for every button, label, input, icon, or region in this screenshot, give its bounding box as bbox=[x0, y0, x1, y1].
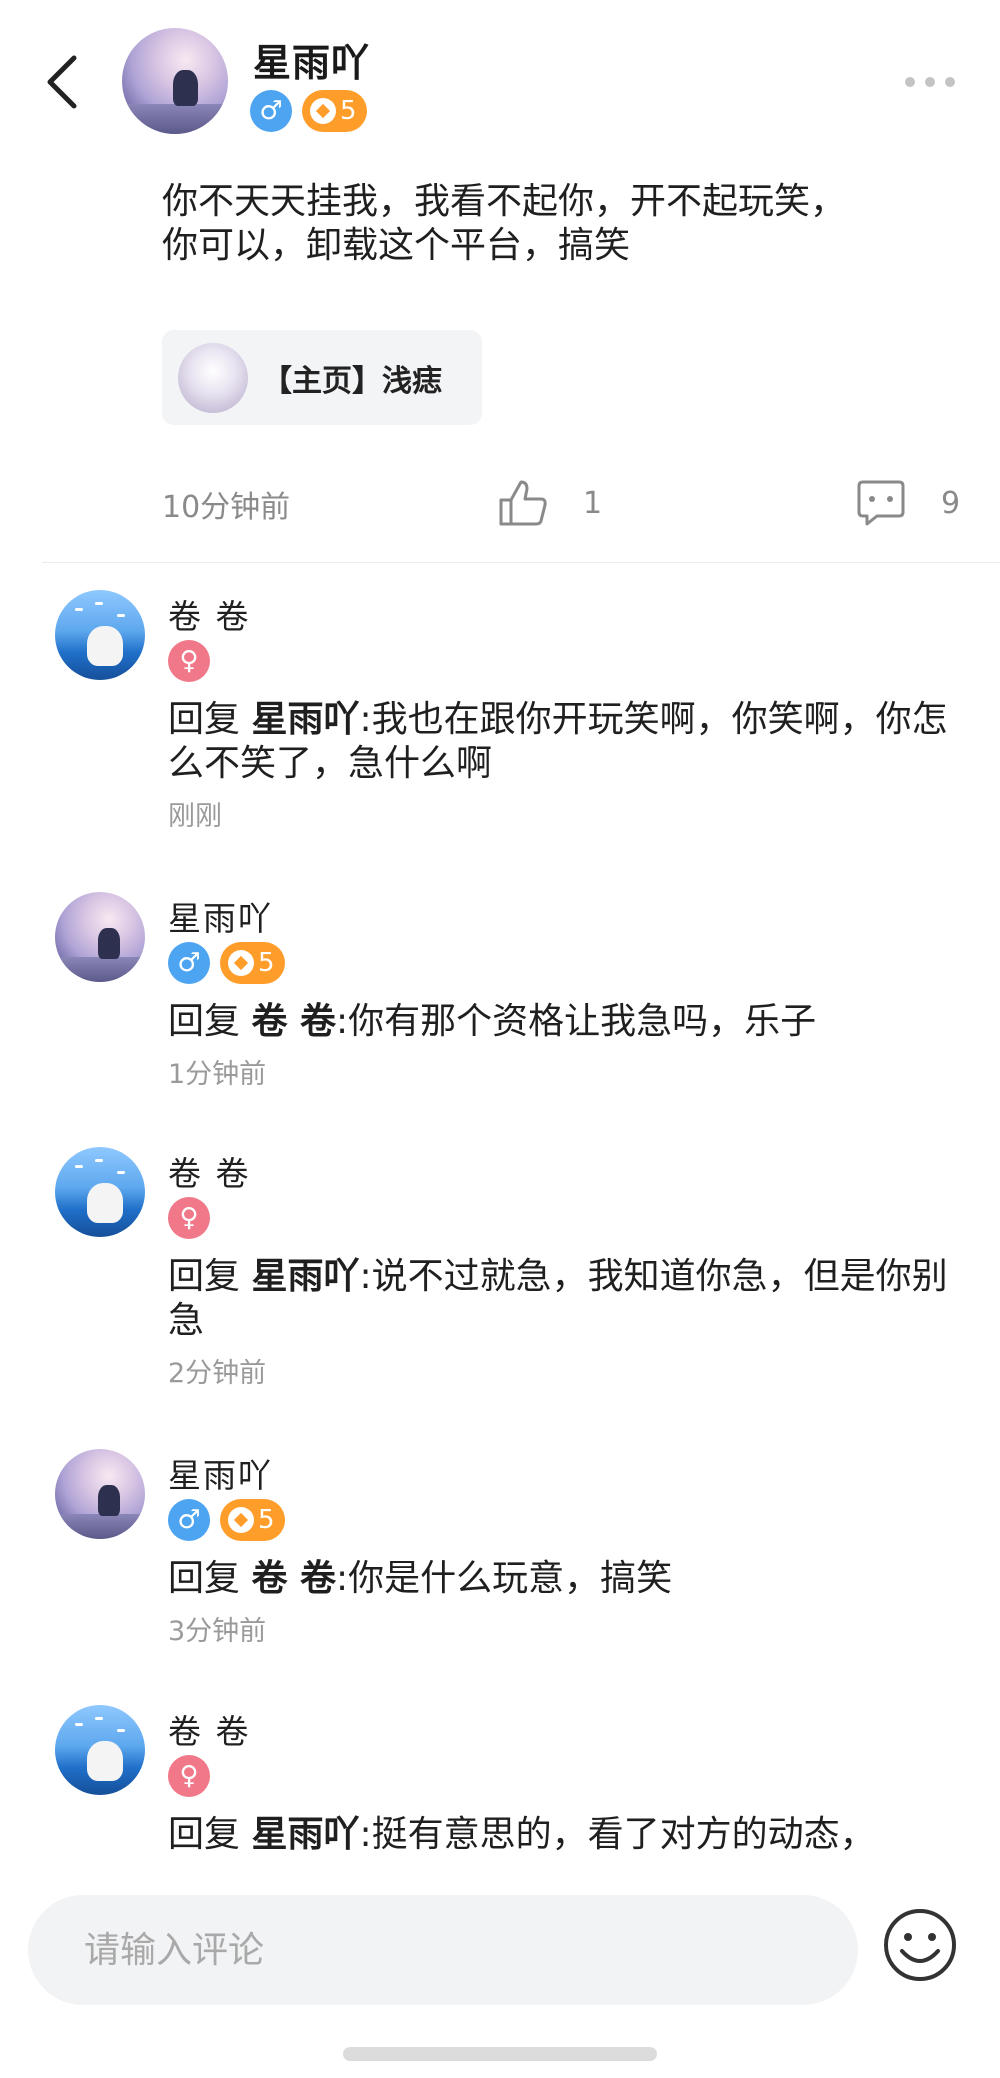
commenter-badges: ♀ bbox=[168, 1197, 210, 1239]
comment-input-box[interactable] bbox=[28, 1895, 858, 2005]
comment-count: 9 bbox=[941, 485, 961, 521]
commenter-name[interactable]: 卷 卷 bbox=[168, 1147, 251, 1195]
author-avatar[interactable] bbox=[122, 28, 228, 134]
link-card-title: 【主页】浅痣 bbox=[262, 363, 442, 399]
commenter-name[interactable]: 星雨吖 bbox=[168, 1449, 273, 1497]
reply-target[interactable]: 星雨吖 bbox=[251, 1256, 359, 1297]
reply-prefix: 回复 bbox=[168, 1001, 252, 1042]
like-button[interactable]: 1 bbox=[497, 478, 602, 528]
reply-body: :你有那个资格让我急吗，乐子 bbox=[336, 1001, 817, 1042]
comment-item: 星雨吖 ♂ 5 回复 卷 卷:你有那个资格让我急吗，乐子 1分钟前 bbox=[0, 892, 1000, 1102]
comment-detail-page: 星雨吖 ♂ 5 你不天天挂我，我看不起你，开不起玩笑， 你可以，卸载这个平台，搞… bbox=[0, 0, 1000, 2078]
female-badge: ♀ bbox=[168, 1755, 210, 1797]
female-badge: ♀ bbox=[168, 640, 210, 682]
commenter-avatar[interactable] bbox=[55, 1705, 145, 1795]
male-badge: ♂ bbox=[168, 1499, 210, 1541]
profile-link-card[interactable]: 【主页】浅痣 bbox=[162, 330, 482, 425]
commenter-avatar[interactable] bbox=[55, 1147, 145, 1237]
comment-item: 卷 卷 ♀ 回复 星雨吖:我也在跟你开玩笑啊，你笑啊，你怎么不笑了，急什么啊 刚… bbox=[0, 590, 1000, 840]
reply-prefix: 回复 bbox=[168, 1814, 252, 1855]
male-badge: ♂ bbox=[250, 90, 292, 132]
more-button[interactable] bbox=[900, 62, 960, 102]
reply-prefix: 回复 bbox=[168, 1558, 252, 1599]
post-text-line: 你可以，卸载这个平台，搞笑 bbox=[162, 225, 631, 266]
author-badges: ♂ 5 bbox=[250, 90, 367, 132]
comment-time: 刚刚 bbox=[168, 801, 222, 832]
emoji-button[interactable] bbox=[880, 1905, 960, 1985]
level-value: 5 bbox=[340, 96, 357, 126]
commenter-name[interactable]: 卷 卷 bbox=[168, 590, 251, 638]
level-badge: 5 bbox=[220, 942, 285, 984]
link-card-thumbnail bbox=[178, 342, 248, 413]
thumbs-up-icon bbox=[499, 480, 547, 526]
reply-target[interactable]: 星雨吖 bbox=[251, 699, 359, 740]
diamond-icon bbox=[228, 950, 254, 976]
commenter-badges: ♀ bbox=[168, 640, 210, 682]
comment-text: 回复 卷 卷:你有那个资格让我急吗，乐子 bbox=[168, 1000, 948, 1044]
reply-target[interactable]: 星雨吖 bbox=[251, 1814, 359, 1855]
level-badge: 5 bbox=[220, 1499, 285, 1541]
commenter-name[interactable]: 星雨吖 bbox=[168, 892, 273, 940]
comment-text: 回复 星雨吖:说不过就急，我知道你急，但是你别急 bbox=[168, 1255, 948, 1343]
back-arrow-icon bbox=[47, 55, 77, 109]
divider bbox=[42, 562, 1000, 563]
female-badge: ♀ bbox=[168, 1197, 210, 1239]
comment-button[interactable]: 9 bbox=[855, 478, 960, 528]
comment-time: 3分钟前 bbox=[168, 1616, 267, 1647]
post-text-line: 你不天天挂我，我看不起你，开不起玩笑， bbox=[162, 181, 847, 222]
back-button[interactable] bbox=[40, 50, 90, 114]
level-value: 5 bbox=[258, 948, 275, 978]
home-indicator[interactable] bbox=[343, 2047, 657, 2061]
reply-body: :你是什么玩意，搞笑 bbox=[336, 1558, 673, 1599]
comment-text: 回复 星雨吖:挺有意思的，看了对方的动态， bbox=[168, 1813, 948, 1857]
more-dots-icon bbox=[905, 77, 955, 87]
commenter-badges: ♀ bbox=[168, 1755, 210, 1797]
commenter-name[interactable]: 卷 卷 bbox=[168, 1705, 251, 1753]
commenter-badges: ♂ 5 bbox=[168, 1499, 285, 1541]
comment-input[interactable] bbox=[28, 1895, 858, 2005]
post-text: 你不天天挂我，我看不起你，开不起玩笑， 你可以，卸载这个平台，搞笑 bbox=[162, 180, 962, 268]
comment-text: 回复 星雨吖:我也在跟你开玩笑啊，你笑啊，你怎么不笑了，急什么啊 bbox=[168, 698, 948, 786]
like-count: 1 bbox=[583, 485, 603, 521]
diamond-icon bbox=[228, 1507, 254, 1533]
comment-bubble-icon bbox=[857, 480, 905, 526]
smiley-icon bbox=[884, 1909, 956, 1981]
post-meta: 10分钟前 1 9 bbox=[162, 478, 962, 526]
level-value: 5 bbox=[258, 1505, 275, 1535]
comment-time: 2分钟前 bbox=[168, 1358, 267, 1389]
male-badge: ♂ bbox=[168, 942, 210, 984]
commenter-avatar[interactable] bbox=[55, 892, 145, 982]
reply-prefix: 回复 bbox=[168, 699, 252, 740]
diamond-icon bbox=[310, 98, 336, 124]
reply-prefix: 回复 bbox=[168, 1256, 252, 1297]
comment-text: 回复 卷 卷:你是什么玩意，搞笑 bbox=[168, 1557, 948, 1601]
comment-item: 卷 卷 ♀ 回复 星雨吖:说不过就急，我知道你急，但是你别急 2分钟前 bbox=[0, 1147, 1000, 1397]
commenter-badges: ♂ 5 bbox=[168, 942, 285, 984]
reply-body: :挺有意思的，看了对方的动态， bbox=[359, 1814, 876, 1855]
comment-time: 1分钟前 bbox=[168, 1059, 267, 1090]
commenter-avatar[interactable] bbox=[55, 1449, 145, 1539]
reply-target[interactable]: 卷 卷 bbox=[251, 1001, 336, 1042]
reply-target[interactable]: 卷 卷 bbox=[251, 1558, 336, 1599]
author-name[interactable]: 星雨吖 bbox=[253, 32, 370, 87]
post-time: 10分钟前 bbox=[162, 490, 291, 525]
comment-item: 星雨吖 ♂ 5 回复 卷 卷:你是什么玩意，搞笑 3分钟前 bbox=[0, 1449, 1000, 1659]
commenter-avatar[interactable] bbox=[55, 590, 145, 680]
level-badge: 5 bbox=[302, 90, 367, 132]
